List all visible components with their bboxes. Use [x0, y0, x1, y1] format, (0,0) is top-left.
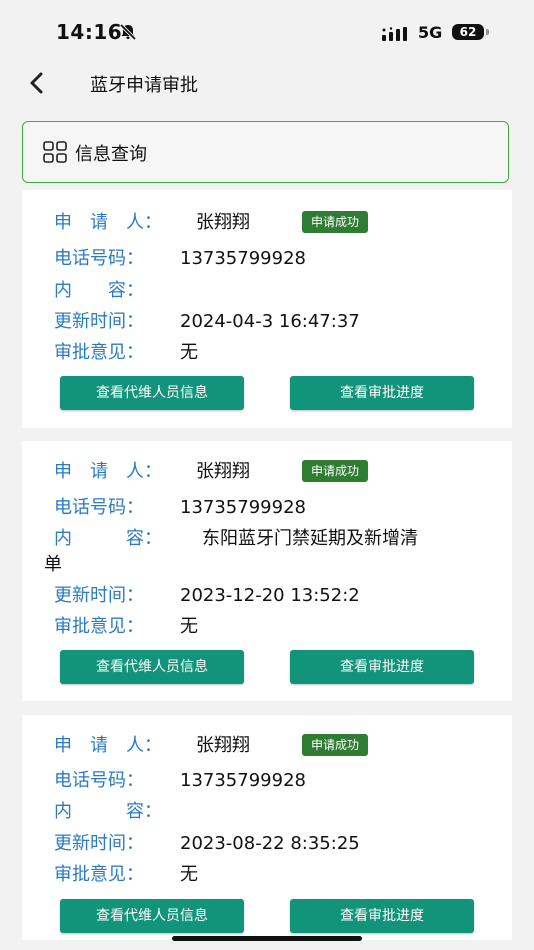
- updated-value: 2023-12-20 13:52:2: [180, 585, 360, 606]
- network-type: 5G: [418, 23, 443, 42]
- updated-value: 2024-04-3 16:47:37: [180, 311, 360, 332]
- updated-value: 2023-08-22 8:35:25: [180, 833, 360, 854]
- applicant-label: 申 请 人：: [54, 735, 162, 756]
- status-time: 14:16: [56, 20, 123, 44]
- home-indicator[interactable]: [172, 936, 362, 941]
- approval-card: 申 请 人： 张翔翔 申请成功 电话号码： 13735799928 内 容： 更…: [22, 190, 512, 428]
- opinion-value: 无: [180, 616, 198, 637]
- approval-card: 申 请 人： 张翔翔 申请成功 电话号码： 13735799928 内 容： 更…: [22, 715, 512, 940]
- phone-value: 13735799928: [180, 770, 306, 791]
- content-value-continued: 单: [44, 554, 62, 575]
- phone-value: 13735799928: [180, 248, 306, 269]
- nav-bar: 蓝牙申请审批: [0, 62, 534, 106]
- updated-label: 更新时间：: [54, 311, 144, 332]
- applicant-value: 张翔翔: [196, 212, 250, 233]
- approval-card: 申 请 人： 张翔翔 申请成功 电话号码： 13735799928 内 容： 东…: [22, 441, 512, 701]
- phone-label: 电话号码：: [54, 770, 144, 791]
- bell-muted-icon: [118, 22, 138, 46]
- view-maintainer-info-button[interactable]: 查看代维人员信息: [60, 899, 244, 933]
- cell-signal-icon: [382, 26, 410, 45]
- opinion-label: 审批意见：: [54, 864, 144, 885]
- updated-label: 更新时间：: [54, 585, 144, 606]
- opinion-label: 审批意见：: [54, 616, 144, 637]
- status-badge: 申请成功: [302, 211, 369, 233]
- view-approval-progress-button[interactable]: 查看审批进度: [290, 376, 474, 410]
- phone-label: 电话号码：: [54, 497, 144, 518]
- opinion-value: 无: [180, 342, 198, 363]
- info-query-label: 信息查询: [75, 144, 147, 165]
- battery-tip: [486, 29, 489, 35]
- view-maintainer-info-button[interactable]: 查看代维人员信息: [60, 376, 244, 410]
- status-bar: 14:16 5G 62: [0, 0, 534, 62]
- content-value: 东阳蓝牙门禁延期及新增清: [202, 528, 418, 549]
- content-label: 内 容：: [54, 280, 144, 301]
- content-label: 内 容：: [54, 801, 162, 822]
- phone-label: 电话号码：: [54, 248, 144, 269]
- view-approval-progress-button[interactable]: 查看审批进度: [290, 650, 474, 684]
- back-arrow-icon[interactable]: [24, 70, 50, 96]
- opinion-value: 无: [180, 864, 198, 885]
- applicant-value: 张翔翔: [196, 461, 250, 482]
- applicant-label: 申 请 人：: [54, 461, 162, 482]
- view-maintainer-info-button[interactable]: 查看代维人员信息: [60, 650, 244, 684]
- grid-icon: [43, 141, 67, 167]
- content-label: 内 容：: [54, 528, 162, 549]
- status-badge: 申请成功: [302, 460, 369, 482]
- applicant-label: 申 请 人：: [54, 212, 162, 233]
- applicant-value: 张翔翔: [196, 735, 250, 756]
- battery-level: 62: [452, 24, 484, 40]
- status-badge: 申请成功: [302, 734, 369, 756]
- updated-label: 更新时间：: [54, 833, 144, 854]
- phone-value: 13735799928: [180, 497, 306, 518]
- info-query-button[interactable]: 信息查询: [22, 121, 509, 183]
- page-title: 蓝牙申请审批: [90, 75, 198, 96]
- opinion-label: 审批意见：: [54, 342, 144, 363]
- view-approval-progress-button[interactable]: 查看审批进度: [290, 899, 474, 933]
